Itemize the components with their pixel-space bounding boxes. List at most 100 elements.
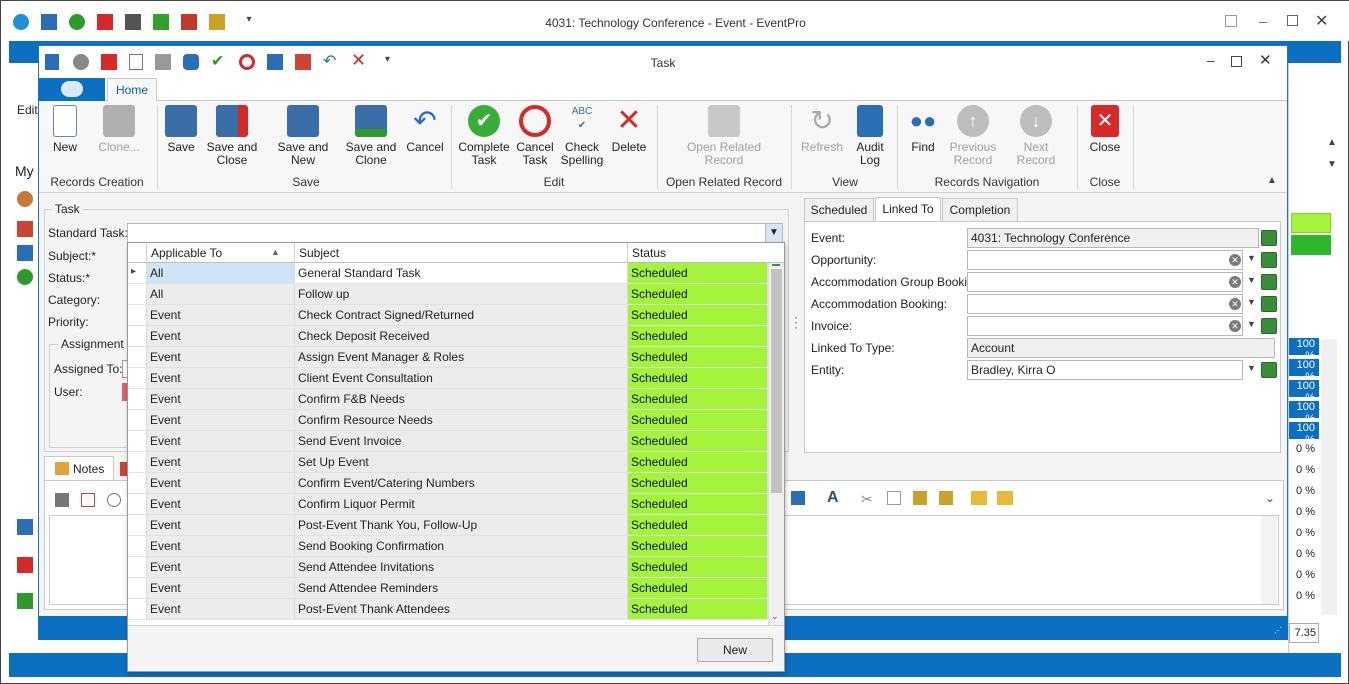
open-related-record-button[interactable]: Open Related Record	[679, 105, 769, 167]
minimize-icon[interactable]: –	[1207, 52, 1215, 68]
tab-linked-to[interactable]: Linked To	[875, 197, 941, 222]
open-entity-icon[interactable]	[1261, 362, 1277, 378]
cut-icon[interactable]: ✂	[861, 491, 875, 507]
pin-icon[interactable]	[17, 557, 33, 573]
scrollbar-thumb[interactable]	[771, 269, 782, 493]
copy-icon[interactable]	[887, 491, 901, 505]
chevron-down-icon[interactable]: ▼	[1247, 253, 1256, 263]
spellcheck-icon[interactable]	[791, 491, 805, 505]
save-notes-icon[interactable]	[55, 493, 69, 507]
open-event-icon[interactable]	[1261, 230, 1277, 246]
save-and-new-button[interactable]: Save and New	[265, 105, 341, 167]
insert-icon[interactable]	[971, 491, 987, 505]
standard-task-combo[interactable]	[127, 223, 783, 243]
table-row[interactable]: ▸ All General Standard Task Scheduled	[128, 263, 768, 284]
chevron-down-icon[interactable]: ▼	[1247, 297, 1256, 307]
document-icon[interactable]	[17, 245, 33, 261]
cancel-task-button[interactable]: Cancel Task	[515, 105, 555, 167]
entity-field[interactable]: Bradley, Kirra O	[967, 360, 1243, 380]
resize-grip-icon[interactable]: ⋰	[1274, 626, 1282, 635]
open-group-booking-icon[interactable]	[1261, 274, 1277, 290]
table-row[interactable]: All Follow up Scheduled	[128, 284, 768, 305]
chevron-down-icon[interactable]: ⌄	[1265, 491, 1275, 505]
new-standard-task-button[interactable]: New	[697, 638, 773, 662]
table-row[interactable]: Event Set Up Event Scheduled	[128, 452, 768, 473]
application-menu-button[interactable]	[39, 78, 105, 101]
save-and-clone-button[interactable]: Save and Clone	[345, 105, 397, 167]
find-replace-icon[interactable]	[107, 493, 121, 507]
clear-icon[interactable]: ✕	[1229, 298, 1241, 310]
insert-field-icon[interactable]	[997, 491, 1013, 505]
table-row[interactable]: Event Send Attendee Invitations Scheduled	[128, 557, 768, 578]
save-and-close-button[interactable]: Save and Close	[205, 105, 259, 167]
home-icon[interactable]	[17, 519, 33, 535]
table-row[interactable]: Event Send Attendee Reminders Scheduled	[128, 578, 768, 599]
clone-button[interactable]: Clone...	[95, 105, 143, 154]
opportunity-field[interactable]	[967, 250, 1243, 270]
grid-icon[interactable]	[17, 593, 33, 609]
find-button[interactable]: ●● Find	[905, 105, 941, 154]
clock-icon[interactable]	[17, 269, 33, 285]
text-color-icon[interactable]: A	[827, 489, 839, 507]
next-record-button[interactable]: ↓ Next Record	[1003, 105, 1069, 167]
close-icon[interactable]: ✕	[1259, 51, 1272, 69]
clear-icon[interactable]: ✕	[1229, 254, 1241, 266]
invoice-field[interactable]	[967, 316, 1243, 336]
clear-icon[interactable]: ✕	[1229, 320, 1241, 332]
user-icon[interactable]	[17, 191, 33, 207]
table-row[interactable]: Event Client Event Consultation Scheduled	[128, 368, 768, 389]
scroll-down-icon[interactable]: ▼	[1327, 159, 1337, 170]
minimize-icon[interactable]: –	[1259, 13, 1267, 29]
scroll-up-icon[interactable]: ▲	[1327, 137, 1337, 148]
delete-button[interactable]: ✕ Delete	[609, 105, 649, 154]
paste-special-icon[interactable]	[939, 491, 953, 505]
check-spelling-button[interactable]: ABC ✔ Check Spelling	[559, 105, 605, 167]
table-row[interactable]: Event Confirm Event/Catering Numbers Sched…	[128, 473, 768, 494]
new-button[interactable]: New	[53, 105, 77, 154]
event-field[interactable]: 4031: Technology Conference	[967, 228, 1259, 248]
chevron-down-icon[interactable]: ▼	[1247, 319, 1256, 329]
cancel-button[interactable]: ↶ Cancel	[403, 105, 447, 154]
table-row[interactable]: Event Confirm Resource Needs Scheduled	[128, 410, 768, 431]
open-opportunity-icon[interactable]	[1261, 252, 1277, 268]
table-row[interactable]: Event Confirm Liquor Permit Scheduled	[128, 494, 768, 515]
calendar-icon[interactable]	[17, 221, 33, 237]
column-header-subject[interactable]: Subject	[295, 243, 628, 263]
complete-task-button[interactable]: ✔ Complete Task	[457, 105, 511, 167]
close-button[interactable]: ✕ Close	[1085, 105, 1125, 154]
maximize-icon[interactable]	[1287, 15, 1298, 26]
table-row[interactable]: Event Send Event Invoice Scheduled	[128, 431, 768, 452]
notes-scrollbar[interactable]	[1261, 516, 1277, 604]
chevron-down-icon[interactable]: ▼	[1247, 363, 1256, 373]
table-row[interactable]: Event Check Contract Signed/Returned Sched…	[128, 305, 768, 326]
refresh-button[interactable]: ↻ Refresh	[799, 105, 845, 154]
maximize-icon[interactable]	[1231, 56, 1242, 67]
table-row[interactable]: Event Post-Event Thank You, Follow-Up Sche…	[128, 515, 768, 536]
collapse-ribbon-icon[interactable]: ▲	[1267, 175, 1277, 186]
previous-record-button[interactable]: ↑ Previous Record	[945, 105, 1001, 167]
tab-scheduled[interactable]: Scheduled	[804, 198, 874, 222]
table-row[interactable]: Event Check Deposit Received Scheduled	[128, 326, 768, 347]
table-row[interactable]: Event Send Booking Confirmation Scheduled	[128, 536, 768, 557]
zoom-field[interactable]: 7.35	[1289, 623, 1319, 643]
restore-ribbon-icon[interactable]	[1225, 15, 1237, 27]
tab-completion[interactable]: Completion	[942, 198, 1018, 222]
clear-icon[interactable]: ✕	[1229, 276, 1241, 288]
tab-notes[interactable]: Notes	[44, 456, 114, 480]
table-row[interactable]: Event Confirm F&B Needs Scheduled	[128, 389, 768, 410]
column-header-applicable[interactable]: Applicable To ▲	[147, 243, 295, 263]
audit-log-button[interactable]: Audit Log	[849, 105, 891, 167]
tab-home[interactable]: Home	[107, 78, 157, 102]
open-booking-icon[interactable]	[1261, 296, 1277, 312]
splitter-handle[interactable]: · · ·	[794, 311, 798, 333]
chevron-down-icon[interactable]: ▼	[1247, 275, 1256, 285]
table-row[interactable]: Event Assign Event Manager & Roles Schedul…	[128, 347, 768, 368]
font-icon[interactable]	[81, 493, 95, 507]
save-button[interactable]: Save	[163, 105, 199, 154]
open-invoice-icon[interactable]	[1261, 318, 1277, 334]
table-row[interactable]: Event Post-Event Thank Attendees Scheduled	[128, 599, 768, 620]
accommodation-booking-field[interactable]	[967, 294, 1243, 314]
chevron-down-icon[interactable]: ▼	[765, 224, 782, 242]
accommodation-group-booking-field[interactable]	[967, 272, 1243, 292]
close-icon[interactable]: ✕	[1315, 11, 1328, 31]
